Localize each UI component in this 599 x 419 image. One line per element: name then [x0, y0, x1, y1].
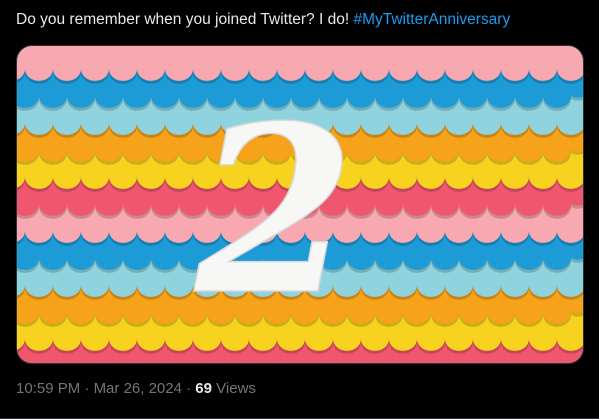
- separator: ·: [181, 380, 196, 397]
- timestamp-link[interactable]: 10:59 PM · Mar 26, 2024: [16, 380, 182, 397]
- tweet-body: Do you remember when you joined Twitter?…: [16, 11, 354, 28]
- time-text: 10:59 PM: [16, 380, 81, 397]
- hashtag-link[interactable]: #MyTwitterAnniversary: [353, 11, 510, 28]
- tweet-text: Do you remember when you joined Twitter?…: [16, 9, 586, 31]
- separator: ·: [80, 380, 94, 397]
- views-label: Views: [216, 380, 256, 397]
- paper-scallop-art: 2: [17, 46, 583, 363]
- views-count: 69: [195, 380, 212, 397]
- date-text: Mar 26, 2024: [93, 380, 182, 397]
- number-two: 2: [193, 76, 355, 346]
- tweet-meta: 10:59 PM · Mar 26, 2024 · 69 Views: [16, 379, 256, 399]
- anniversary-image[interactable]: 2: [16, 45, 584, 364]
- views-link[interactable]: 69 Views: [195, 380, 256, 397]
